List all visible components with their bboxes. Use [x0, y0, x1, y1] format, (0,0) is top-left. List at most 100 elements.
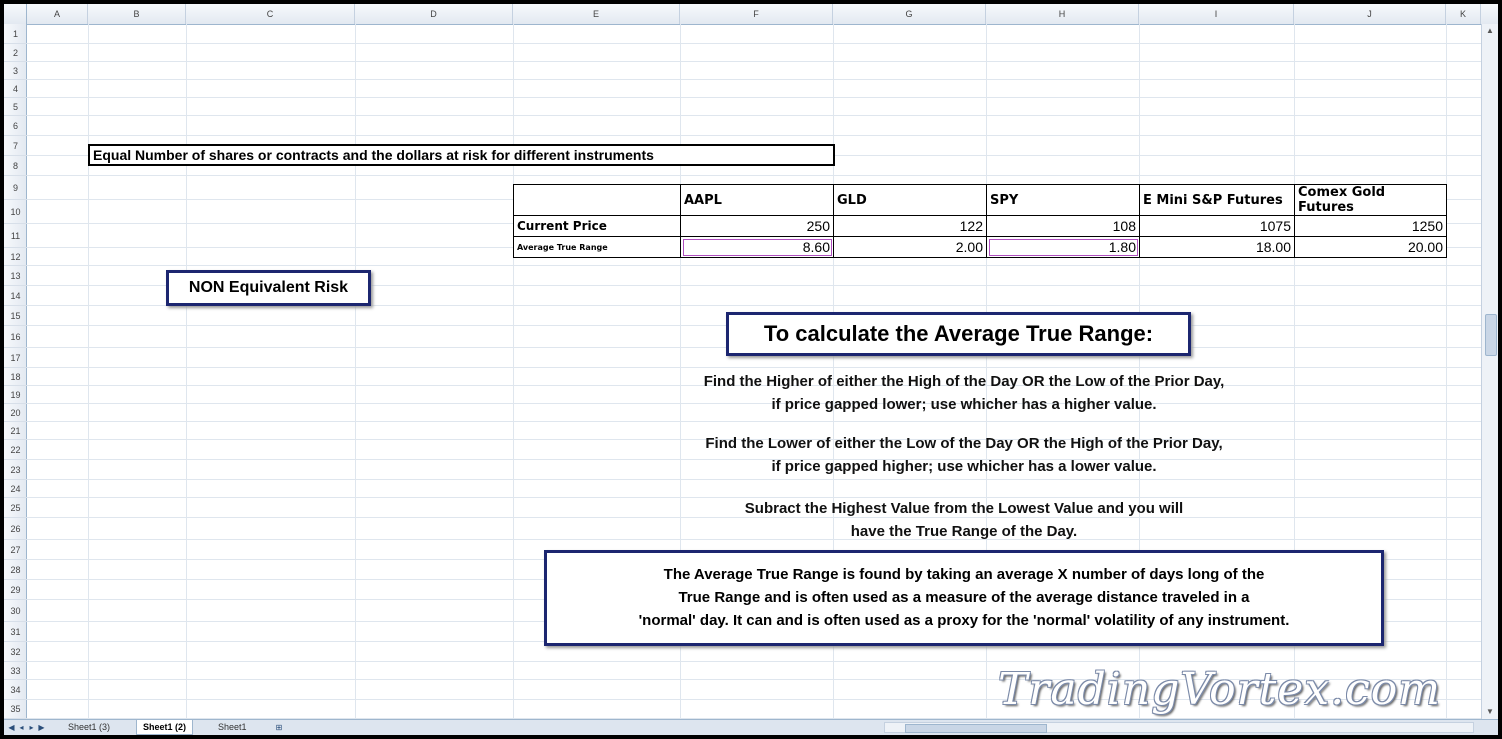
- row-header-31[interactable]: 31: [4, 622, 27, 642]
- explanation-line: The Average True Range is found by takin…: [663, 566, 1265, 583]
- grid-column-line: [1446, 24, 1447, 719]
- grid-row-line: [27, 97, 1481, 98]
- grid-column-line: [186, 24, 187, 719]
- explanation-line: 'normal' day. It can and is often used a…: [638, 612, 1290, 629]
- header-cell[interactable]: GLD: [833, 184, 987, 216]
- row-header-4[interactable]: 4: [4, 80, 27, 98]
- header-cell[interactable]: E Mini S&P Futures: [1139, 184, 1295, 216]
- price-cell[interactable]: 108: [986, 215, 1140, 237]
- instrument-table: AAPL GLD SPY E Mini S&P Futures Comex Go…: [513, 184, 1447, 258]
- row-header-19[interactable]: 19: [4, 386, 27, 404]
- column-header-bar: A B C D E F G H I J K: [4, 4, 1498, 25]
- row-header-6[interactable]: 6: [4, 116, 27, 136]
- column-header-h[interactable]: H: [986, 4, 1139, 24]
- scroll-up-icon[interactable]: ▲: [1482, 24, 1498, 38]
- row-header-16[interactable]: 16: [4, 326, 27, 348]
- column-header-d[interactable]: D: [355, 4, 513, 24]
- row-header-29[interactable]: 29: [4, 580, 27, 600]
- last-sheet-icon[interactable]: ▶: [37, 721, 46, 734]
- column-header-g[interactable]: G: [833, 4, 986, 24]
- row-header-5[interactable]: 5: [4, 98, 27, 116]
- table-corner-cell[interactable]: [513, 184, 681, 216]
- column-header-b[interactable]: B: [88, 4, 186, 24]
- vertical-scroll-thumb[interactable]: [1485, 314, 1497, 356]
- row-header-26[interactable]: 26: [4, 518, 27, 540]
- header-cell[interactable]: AAPL: [680, 184, 834, 216]
- row-header-34[interactable]: 34: [4, 680, 27, 700]
- grid-row-line: [27, 479, 1481, 480]
- horizontal-scroll-thumb[interactable]: [905, 724, 1047, 733]
- grid-row-line: [27, 175, 1481, 176]
- atr-label[interactable]: Average True Range: [513, 236, 681, 258]
- grid-row-line: [27, 61, 1481, 62]
- row-header-15[interactable]: 15: [4, 306, 27, 326]
- column-header-k[interactable]: K: [1446, 4, 1481, 24]
- row-header-24[interactable]: 24: [4, 480, 27, 498]
- vertical-scrollbar[interactable]: ▲ ▼: [1481, 24, 1498, 719]
- row-header-8[interactable]: 8: [4, 156, 27, 176]
- atr-cell[interactable]: 18.00: [1139, 236, 1295, 258]
- column-header-f[interactable]: F: [680, 4, 833, 24]
- row-header-35[interactable]: 35: [4, 700, 27, 719]
- atr-title-box[interactable]: To calculate the Average True Range:: [726, 312, 1191, 356]
- instruction-paragraph-3: Subract the Highest Value from the Lowes…: [604, 497, 1324, 543]
- header-cell[interactable]: SPY: [986, 184, 1140, 216]
- atr-cell[interactable]: 1.80: [986, 236, 1140, 258]
- row-header-30[interactable]: 30: [4, 600, 27, 622]
- row-header-3[interactable]: 3: [4, 62, 27, 80]
- scroll-down-icon[interactable]: ▼: [1482, 705, 1498, 719]
- sheet-tab[interactable]: Sheet1 (3): [62, 720, 116, 735]
- current-price-row: Current Price 250 122 108 1075 1250: [513, 215, 1447, 237]
- sheet-title-cell[interactable]: Equal Number of shares or contracts and …: [88, 144, 835, 166]
- atr-explanation-box[interactable]: The Average True Range is found by takin…: [544, 550, 1384, 646]
- row-header-13[interactable]: 13: [4, 266, 27, 286]
- column-header-j[interactable]: J: [1294, 4, 1446, 24]
- horizontal-scrollbar[interactable]: [884, 722, 1474, 733]
- price-cell[interactable]: 1250: [1294, 215, 1447, 237]
- sheet-tab-active[interactable]: Sheet1 (2): [136, 720, 194, 735]
- price-cell[interactable]: 122: [833, 215, 987, 237]
- row-header-17[interactable]: 17: [4, 348, 27, 368]
- row-header-10[interactable]: 10: [4, 200, 27, 224]
- column-header-i[interactable]: I: [1139, 4, 1294, 24]
- insert-sheet-icon[interactable]: ⊞: [272, 721, 286, 734]
- row-header-25[interactable]: 25: [4, 498, 27, 518]
- row-header-28[interactable]: 28: [4, 560, 27, 580]
- paragraph-line: Find the Lower of either the Low of the …: [705, 435, 1223, 452]
- grid-row-line: [27, 115, 1481, 116]
- row-header-11[interactable]: 11: [4, 224, 27, 248]
- row-header-2[interactable]: 2: [4, 44, 27, 62]
- row-header-7[interactable]: 7: [4, 136, 27, 156]
- sheet-tab[interactable]: Sheet1: [212, 720, 253, 735]
- header-cell[interactable]: Comex Gold Futures: [1294, 184, 1447, 216]
- price-cell[interactable]: 250: [680, 215, 834, 237]
- column-header-c[interactable]: C: [186, 4, 355, 24]
- column-header-e[interactable]: E: [513, 4, 680, 24]
- row-header-20[interactable]: 20: [4, 404, 27, 422]
- atr-cell[interactable]: 8.60: [680, 236, 834, 258]
- non-equivalent-risk-box[interactable]: NON Equivalent Risk: [166, 270, 371, 306]
- row-header-12[interactable]: 12: [4, 248, 27, 266]
- select-all-corner[interactable]: [4, 4, 27, 24]
- row-header-32[interactable]: 32: [4, 642, 27, 662]
- first-sheet-icon[interactable]: ◀: [7, 721, 16, 734]
- row-header-27[interactable]: 27: [4, 540, 27, 560]
- row-header-14[interactable]: 14: [4, 286, 27, 306]
- row-header-9[interactable]: 9: [4, 176, 27, 200]
- next-sheet-icon[interactable]: ▸: [27, 721, 36, 734]
- column-header-a[interactable]: A: [27, 4, 88, 24]
- grid-row-line: [27, 43, 1481, 44]
- row-header-33[interactable]: 33: [4, 662, 27, 680]
- current-price-label[interactable]: Current Price: [513, 215, 681, 237]
- row-header-18[interactable]: 18: [4, 368, 27, 386]
- price-cell[interactable]: 1075: [1139, 215, 1295, 237]
- atr-cell[interactable]: 20.00: [1294, 236, 1447, 258]
- row-header-22[interactable]: 22: [4, 440, 27, 460]
- atr-row: Average True Range 8.60 2.00 1.80 18.00 …: [513, 236, 1447, 258]
- row-header-1[interactable]: 1: [4, 24, 27, 44]
- row-header-23[interactable]: 23: [4, 460, 27, 480]
- grid-row-line: [27, 367, 1481, 368]
- atr-cell[interactable]: 2.00: [833, 236, 987, 258]
- prev-sheet-icon[interactable]: ◂: [17, 721, 26, 734]
- row-header-21[interactable]: 21: [4, 422, 27, 440]
